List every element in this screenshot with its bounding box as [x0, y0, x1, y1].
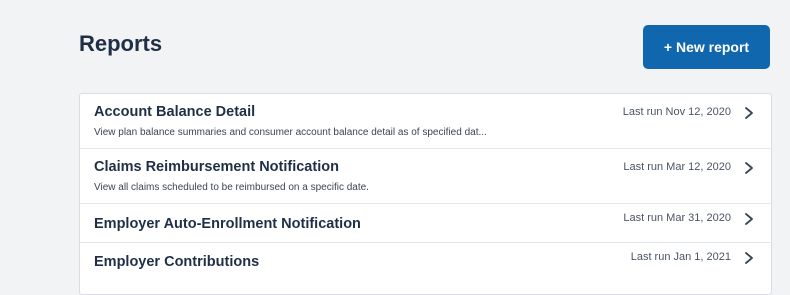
chevron-right-icon: [745, 107, 753, 119]
report-list: Account Balance Detail View plan balance…: [79, 93, 772, 295]
report-last-run: Last run Nov 12, 2020: [622, 106, 731, 118]
report-last-run: Last run Mar 31, 2020: [623, 212, 731, 224]
report-description: View all claims scheduled to be reimburs…: [94, 182, 369, 193]
report-last-run: Last run Mar 12, 2020: [623, 161, 731, 173]
chevron-right-icon: [745, 252, 753, 264]
report-row-employer-contributions[interactable]: Employer Contributions Last run Jan 1, 2…: [80, 243, 771, 293]
chevron-right-icon: [745, 213, 753, 225]
report-row-employer-auto-enrollment-notification[interactable]: Employer Auto-Enrollment Notification La…: [80, 204, 771, 243]
report-title: Employer Contributions: [94, 254, 260, 270]
report-title: Account Balance Detail: [94, 104, 256, 120]
report-title: Claims Reimbursement Notification: [94, 159, 339, 175]
report-last-run: Last run Jan 1, 2021: [630, 251, 731, 263]
report-description: View plan balance summaries and consumer…: [94, 127, 487, 138]
new-report-button[interactable]: + New report: [643, 25, 770, 69]
report-row-account-balance-detail[interactable]: Account Balance Detail View plan balance…: [80, 94, 771, 149]
chevron-right-icon: [745, 162, 753, 174]
page-title: Reports: [79, 31, 163, 56]
report-title: Employer Auto-Enrollment Notification: [94, 216, 361, 232]
report-row-claims-reimbursement-notification[interactable]: Claims Reimbursement Notification View a…: [80, 149, 771, 204]
